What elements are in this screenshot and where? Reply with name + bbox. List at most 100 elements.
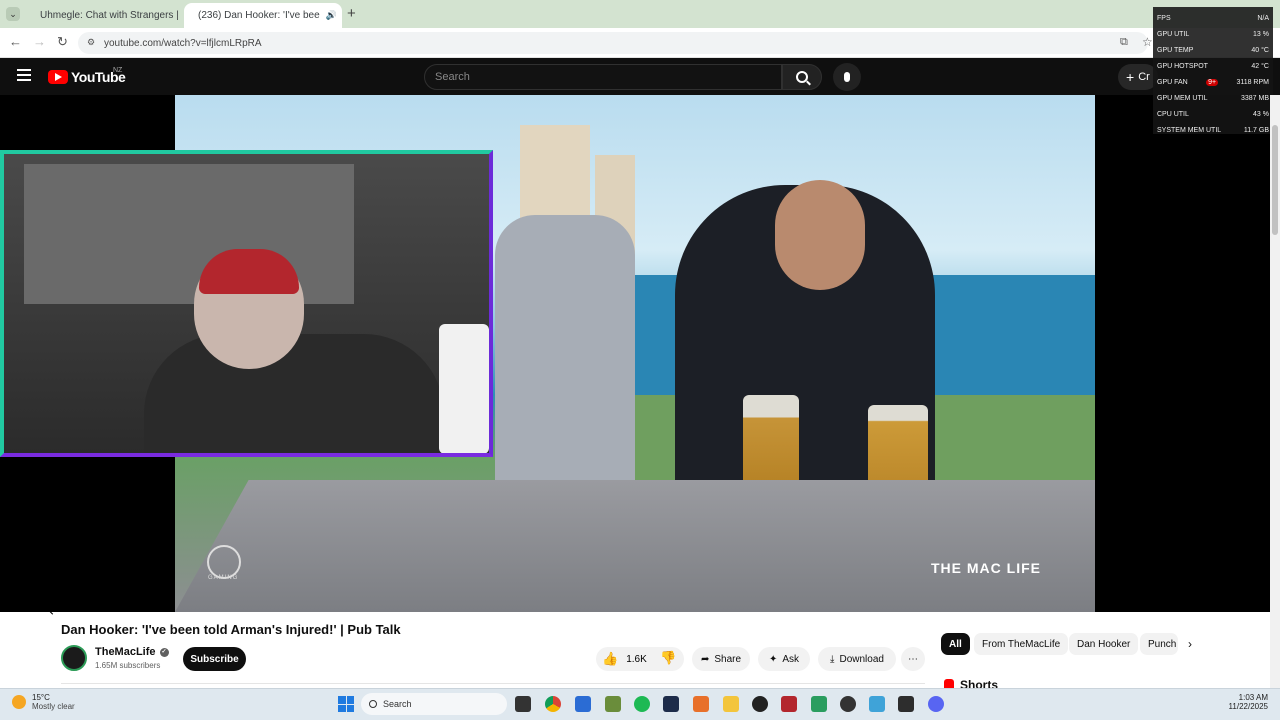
search-icon — [796, 71, 811, 86]
minecraft-icon[interactable] — [605, 696, 621, 712]
notification-badge[interactable]: 9+ — [1206, 78, 1219, 86]
clock-time: 1:03 AM — [1238, 693, 1268, 702]
stat-row: CPU UTIL 43 % — [1157, 106, 1269, 122]
share-label: Share — [714, 653, 742, 665]
webcam-overlay — [0, 150, 493, 457]
thumbs-down-icon: 👎 — [660, 650, 677, 665]
region-label: NZ — [113, 67, 123, 74]
stat-value: 40 °C — [1251, 46, 1269, 54]
page-scrollbar[interactable] — [1270, 95, 1280, 688]
reload-icon[interactable]: ↻ — [57, 34, 68, 50]
forward-icon[interactable]: → — [33, 34, 46, 49]
app-icon[interactable] — [811, 696, 827, 712]
stat-value: 11.7 GB — [1243, 126, 1269, 134]
person-right-head — [775, 180, 865, 290]
share-button[interactable]: ➦ Share — [692, 647, 750, 671]
discord-icon[interactable] — [928, 696, 944, 712]
app-icon[interactable] — [752, 696, 768, 712]
bookmark-star-icon[interactable]: ☆ — [1142, 35, 1153, 49]
stat-label: GPU TEMP — [1157, 46, 1194, 54]
notepad-icon[interactable] — [869, 696, 885, 712]
address-bar[interactable]: ⚙ youtube.com/watch?v=lfjlcmLRpRA — [78, 32, 1148, 54]
stat-row: GPU TEMP 40 °C — [1157, 42, 1269, 58]
dislike-button[interactable]: 👎 — [660, 650, 676, 666]
stat-label: GPU FAN — [1157, 78, 1188, 86]
ask-label: Ask — [782, 653, 800, 665]
search-input[interactable]: Search — [424, 64, 782, 90]
mouse-cursor-icon: ↖ — [44, 603, 55, 618]
weather-icon — [12, 695, 26, 709]
app-icon[interactable] — [693, 696, 709, 712]
scrollbar-thumb[interactable] — [1272, 125, 1278, 235]
stat-value: 13 % — [1253, 30, 1269, 38]
stat-label: GPU HOTSPOT — [1157, 62, 1208, 70]
create-label: Cr — [1138, 71, 1150, 83]
microphone-icon — [844, 72, 850, 82]
tab-uhmegle[interactable]: Uhmegle: Chat with Strangers | ✕ — [26, 3, 182, 28]
terminal-icon[interactable] — [898, 696, 914, 712]
voice-search-button[interactable] — [833, 63, 861, 91]
app-icon[interactable] — [663, 696, 679, 712]
stat-value: 3387 MB — [1240, 94, 1269, 102]
gaming-logo — [207, 545, 241, 579]
chip-punch[interactable]: Punch — [1140, 633, 1178, 655]
channel-watermark: THE MAC LIFE — [931, 560, 1041, 576]
url-text: youtube.com/watch?v=lfjlcmLRpRA — [104, 37, 262, 49]
channel-avatar[interactable] — [61, 645, 87, 671]
speaker-icon[interactable]: 🔊 — [326, 10, 337, 21]
more-actions-button[interactable]: ⋯ — [901, 647, 925, 671]
stat-label: SYSTEM MEM UTIL — [1157, 126, 1222, 134]
back-icon[interactable]: ← — [9, 34, 22, 49]
tab-list-dropdown[interactable]: ⌄ — [6, 7, 20, 21]
like-count: 1.6K — [626, 653, 647, 665]
chip-all[interactable]: All — [941, 633, 970, 655]
stat-label: GPU MEM UTIL — [1157, 94, 1208, 102]
spotify-icon[interactable] — [634, 696, 650, 712]
tab-strip: ⌄ Uhmegle: Chat with Strangers | ✕ (236)… — [0, 0, 1280, 28]
download-button[interactable]: ⤓ Download — [818, 647, 896, 671]
youtube-play-icon — [48, 70, 68, 84]
more-icon: ⋯ — [908, 653, 918, 665]
chrome-icon[interactable] — [545, 696, 561, 712]
share-icon: ➦ — [700, 653, 710, 665]
stat-label: CPU UTIL — [1157, 110, 1189, 118]
stat-label: FPS — [1157, 14, 1171, 22]
stat-label: GPU UTIL — [1157, 30, 1190, 38]
weather-desc: Mostly clear — [32, 702, 75, 711]
store-icon[interactable] — [575, 696, 591, 712]
clock[interactable]: 1:03 AM 11/22/2025 — [1210, 693, 1268, 711]
task-view-icon[interactable] — [515, 696, 531, 712]
like-button[interactable]: 👍 1.6K — [602, 651, 647, 667]
taskbar-search[interactable]: Search — [361, 693, 507, 715]
download-label: Download — [839, 653, 884, 665]
chip-from-channel[interactable]: From TheMacLife — [974, 633, 1069, 655]
file-explorer-icon[interactable] — [723, 696, 739, 712]
performance-overlay: FPS N/A GPU UTIL 13 % GPU TEMP 40 °C GPU HO… — [1153, 7, 1273, 134]
start-button[interactable] — [338, 696, 354, 712]
video-title: Dan Hooker: 'I've been told Arman's Inju… — [61, 622, 401, 637]
taskbar-search-label: Search — [383, 699, 412, 709]
menu-icon[interactable] — [17, 69, 31, 81]
chevron-right-icon[interactable]: › — [1188, 637, 1192, 651]
download-icon: ⤓ — [830, 653, 835, 665]
divider — [61, 683, 925, 684]
stat-row: GPU UTIL 13 % — [1157, 26, 1269, 42]
chip-dan-hooker[interactable]: Dan Hooker — [1069, 633, 1139, 655]
streamer-body — [144, 334, 444, 453]
channel-name[interactable]: TheMacLife ✓ — [95, 646, 169, 658]
subscribe-button[interactable]: Subscribe — [183, 647, 246, 671]
stat-row: GPU HOTSPOT 42 °C — [1157, 58, 1269, 74]
tab-youtube[interactable]: (236) Dan Hooker: 'I've bee 🔊 ✕ — [184, 3, 342, 28]
app-icon[interactable] — [840, 696, 856, 712]
search-button[interactable] — [782, 64, 822, 90]
site-info-icon[interactable]: ⚙ — [87, 37, 95, 48]
stat-row: GPU MEM UTIL 3387 MB — [1157, 90, 1269, 106]
stat-row: SYSTEM MEM UTIL 11.7 GB — [1157, 122, 1269, 138]
install-app-icon[interactable]: ⧉ — [1120, 36, 1128, 49]
create-button[interactable]: + Cr — [1118, 64, 1158, 90]
weather-widget[interactable]: 15°C Mostly clear — [12, 693, 75, 711]
new-tab-button[interactable]: + — [347, 5, 356, 22]
app-icon[interactable] — [781, 696, 797, 712]
person-left — [495, 215, 635, 515]
ask-button[interactable]: ✦ Ask — [758, 647, 810, 671]
